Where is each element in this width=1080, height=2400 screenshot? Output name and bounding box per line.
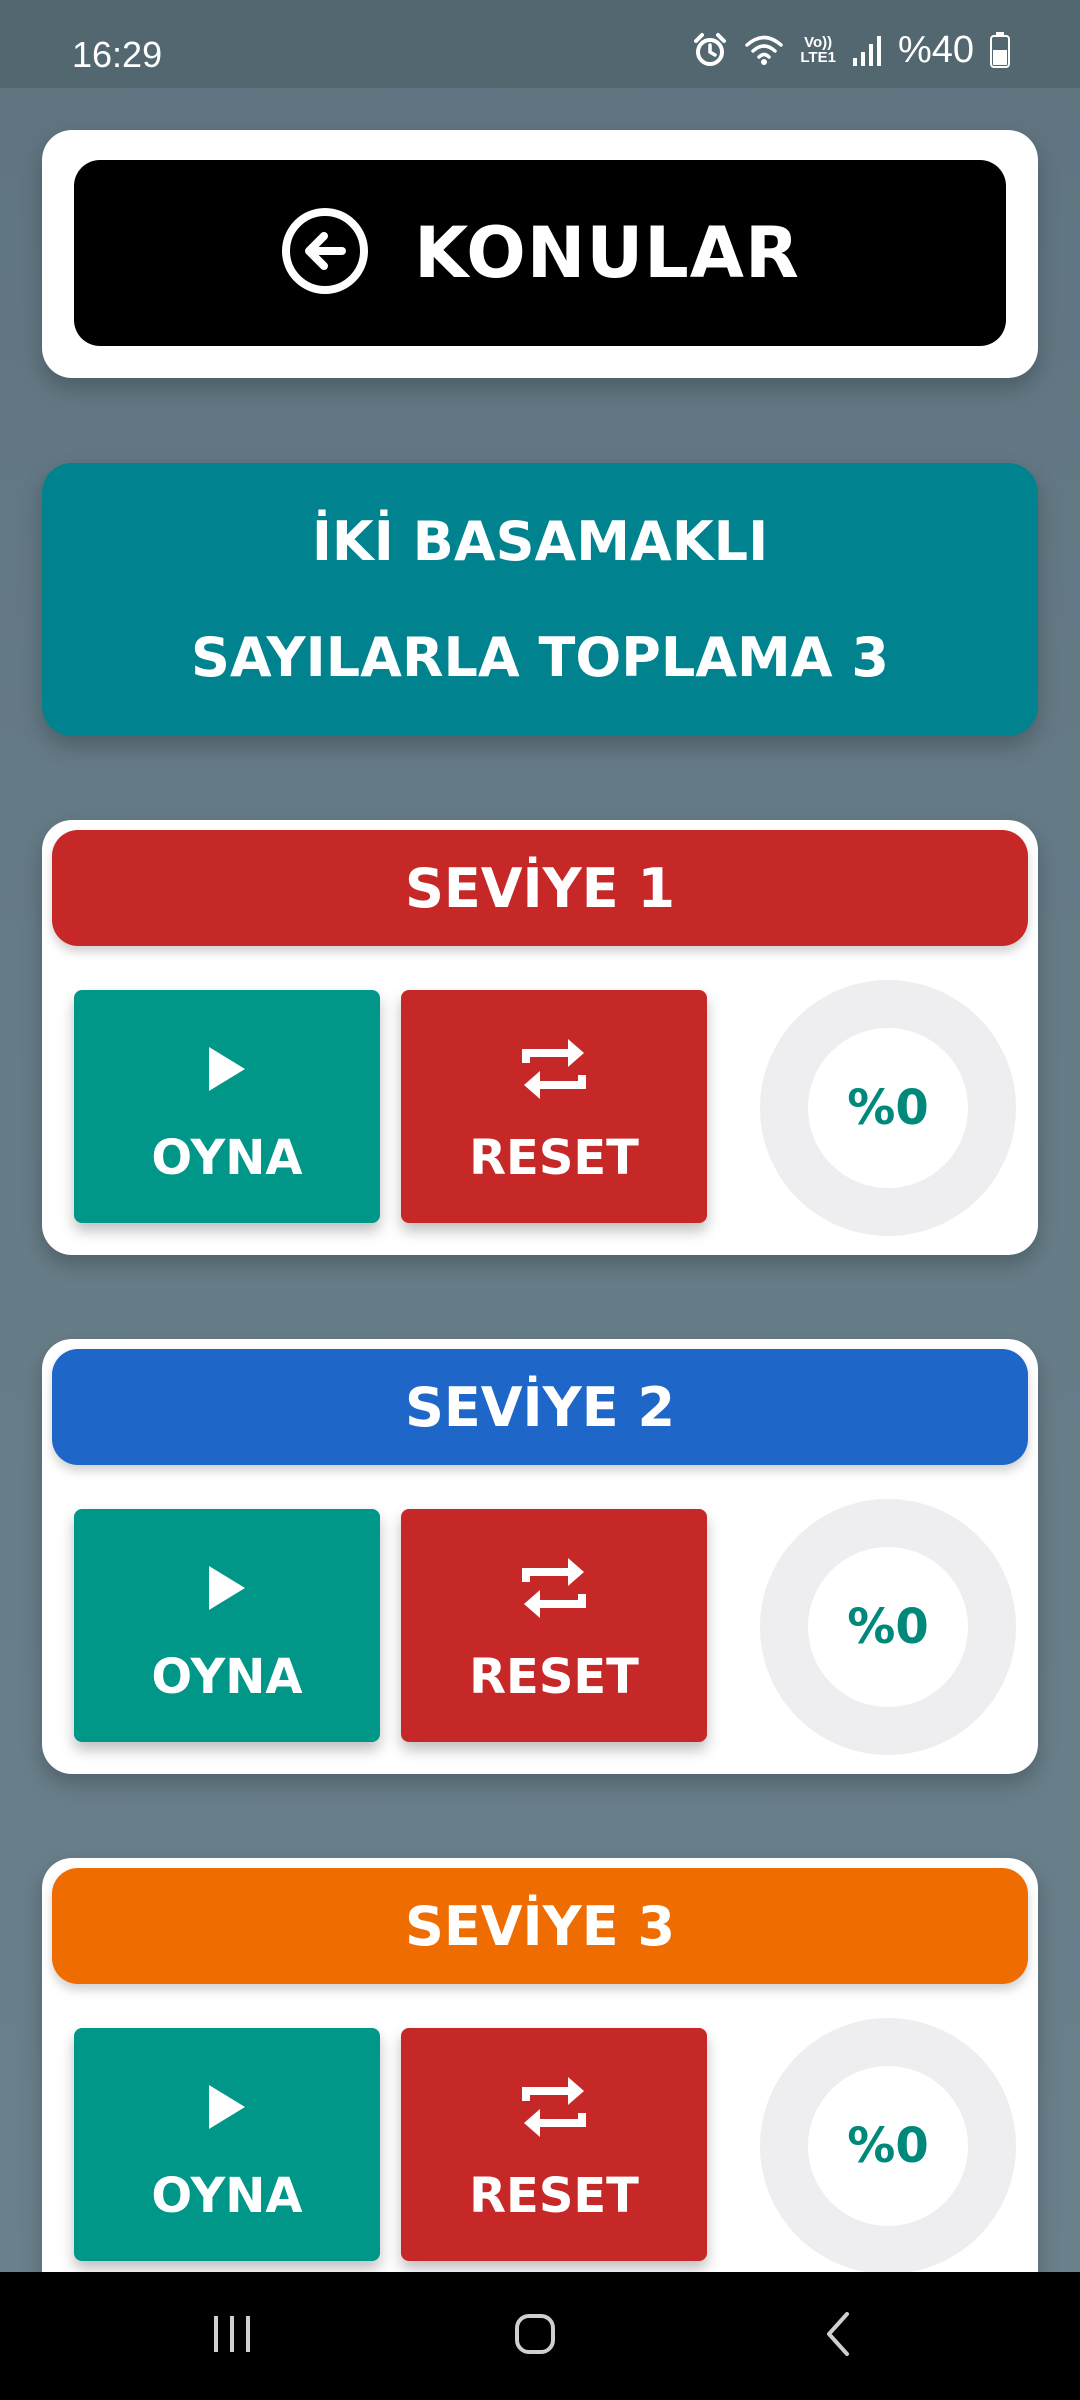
topics-back-label: KONULAR — [414, 212, 800, 294]
level-title-2: SEVİYE 2 — [52, 1349, 1028, 1465]
status-time: 16:29 — [72, 34, 163, 75]
back-icon — [823, 2310, 853, 2362]
recent-apps-button[interactable] — [152, 2272, 312, 2400]
navigation-bar — [0, 2272, 1080, 2400]
level-card-3: SEVİYE 3 OYNA RESET %0 — [42, 1858, 1038, 2328]
progress-ring-3: %0 — [760, 2018, 1016, 2274]
battery-icon — [990, 32, 1010, 68]
lte-label: LTE1 — [800, 49, 836, 66]
level-card-2: SEVİYE 2 OYNA RESET %0 — [42, 1339, 1038, 1774]
recent-apps-icon — [210, 2314, 254, 2358]
volte-icon: Vo)) LTE1 — [800, 35, 836, 65]
volte-label: Vo)) — [804, 34, 833, 51]
arrow-left-circle-icon — [280, 206, 370, 300]
play-label: OYNA — [151, 1130, 303, 1186]
alarm-icon — [692, 32, 728, 68]
back-button[interactable] — [758, 2272, 918, 2400]
reset-button-1[interactable]: RESET — [401, 990, 707, 1223]
play-icon — [205, 1553, 249, 1623]
play-label: OYNA — [151, 2168, 303, 2224]
progress-text-1: %0 — [847, 1080, 929, 1136]
home-icon — [513, 2312, 557, 2360]
play-button-2[interactable]: OYNA — [74, 1509, 380, 1742]
play-icon — [205, 2072, 249, 2142]
level-title-1: SEVİYE 1 — [52, 830, 1028, 946]
progress-ring-1: %0 — [760, 980, 1016, 1236]
reset-label: RESET — [469, 2168, 639, 2224]
battery-percent: %40 — [897, 28, 974, 71]
play-button-3[interactable]: OYNA — [74, 2028, 380, 2261]
wifi-icon — [744, 33, 784, 67]
reset-label: RESET — [469, 1130, 639, 1186]
status-icons: Vo)) LTE1 %40 — [692, 28, 1010, 71]
repeat-icon — [516, 1034, 592, 1104]
reset-button-3[interactable]: RESET — [401, 2028, 707, 2261]
reset-button-2[interactable]: RESET — [401, 1509, 707, 1742]
level-card-1: SEVİYE 1 OYNA RESET %0 — [42, 820, 1038, 1255]
progress-text-2: %0 — [847, 1599, 929, 1655]
status-bar: 16:29 Vo)) LTE1 %40 — [0, 0, 1080, 88]
home-button[interactable] — [455, 2272, 615, 2400]
reset-label: RESET — [469, 1649, 639, 1705]
topic-title-card: İKİ BASAMAKLI SAYILARLA TOPLAMA 3 — [42, 463, 1038, 736]
signal-icon — [852, 34, 882, 66]
play-icon — [205, 1034, 249, 1104]
topic-title-line2: SAYILARLA TOPLAMA 3 — [191, 625, 889, 689]
header-card: KONULAR — [42, 130, 1038, 378]
progress-ring-2: %0 — [760, 1499, 1016, 1755]
repeat-icon — [516, 1553, 592, 1623]
play-button-1[interactable]: OYNA — [74, 990, 380, 1223]
progress-text-3: %0 — [847, 2118, 929, 2174]
level-title-3: SEVİYE 3 — [52, 1868, 1028, 1984]
topics-back-button[interactable]: KONULAR — [74, 160, 1006, 346]
repeat-icon — [516, 2072, 592, 2142]
play-label: OYNA — [151, 1649, 303, 1705]
topic-title-line1: İKİ BASAMAKLI — [311, 509, 769, 573]
